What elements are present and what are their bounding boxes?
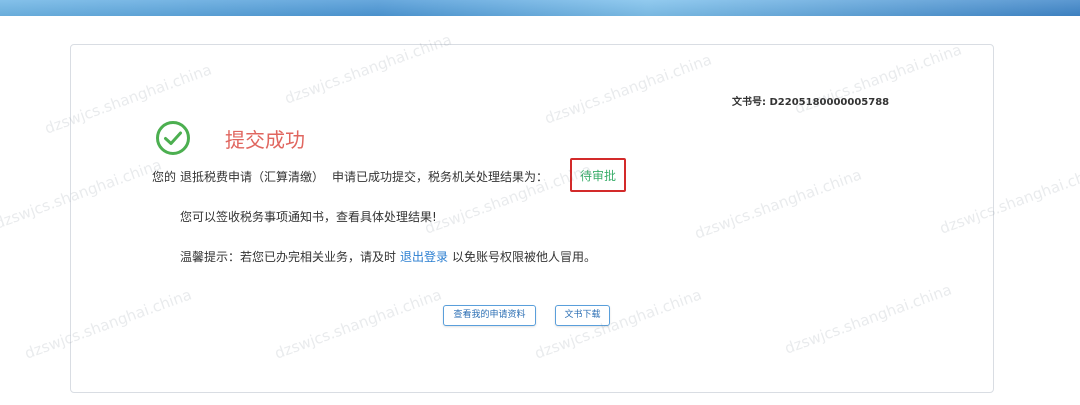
- top-banner: [0, 0, 1080, 16]
- view-application-button[interactable]: 查看我的申请资料: [443, 305, 536, 326]
- success-title: 提交成功: [225, 128, 305, 152]
- tip-suffix: 以免账号权限被他人冒用。: [452, 250, 597, 264]
- status-highlight-box: 待审批: [570, 158, 626, 192]
- application-type: 退抵税费申请（汇算清缴）: [180, 170, 325, 184]
- check-circle-icon: [156, 121, 190, 155]
- download-document-button[interactable]: 文书下载: [555, 305, 610, 326]
- page: 文书号: D2205180000005788 提交成功 您的 退抵税费申请（汇算清…: [0, 0, 1080, 405]
- result-mid-text: 申请已成功提交，税务机关处理结果为：: [332, 170, 549, 184]
- tip-prefix: 温馨提示：若您已办完相关业务，请及时: [180, 250, 397, 264]
- logout-link[interactable]: 退出登录: [400, 250, 448, 264]
- notice-line: 您可以签收税务事项通知书，查看具体处理结果!: [180, 210, 437, 224]
- document-number: 文书号: D2205180000005788: [732, 97, 890, 108]
- result-prefix: 您的: [152, 170, 177, 184]
- tip-line: 温馨提示：若您已办完相关业务，请及时 退出登录 以免账号权限被他人冒用。: [180, 248, 596, 265]
- status-badge: 待审批: [579, 168, 616, 183]
- result-line: 您的 退抵税费申请（汇算清缴） 申请已成功提交，税务机关处理结果为：: [152, 168, 548, 185]
